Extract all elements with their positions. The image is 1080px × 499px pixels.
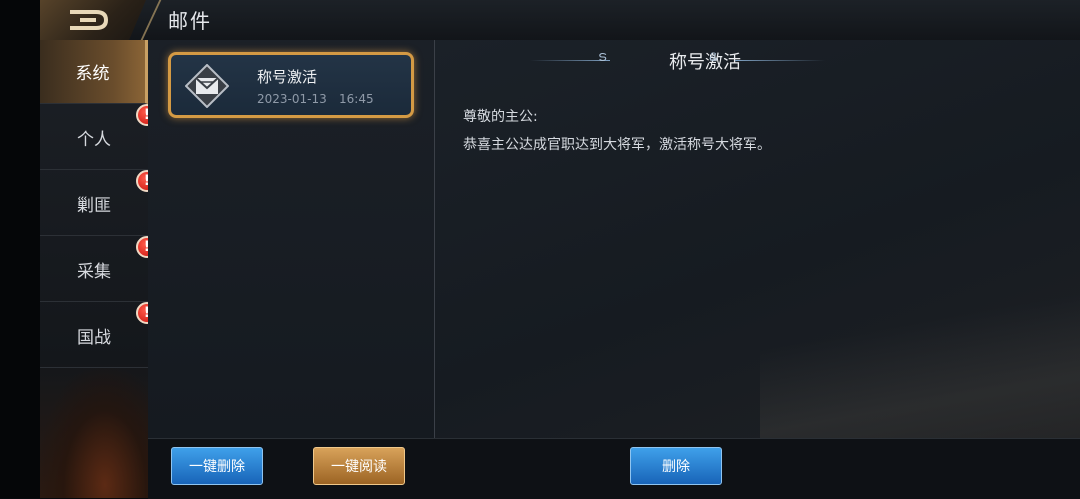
- sidebar: 系统 个人 ! 剿匪 ! 采集 ! 国战 !: [40, 40, 158, 498]
- sidebar-item-label: 采集: [77, 262, 111, 282]
- left-edge: [0, 0, 40, 498]
- sidebar-item-personal[interactable]: 个人 !: [40, 104, 158, 170]
- mail-item-title: 称号激活: [257, 68, 318, 86]
- sidebar-item-nationwar[interactable]: 国战 !: [40, 302, 158, 368]
- sidebar-item-label: 个人: [77, 130, 111, 150]
- sidebar-item-label: 剿匪: [77, 196, 111, 216]
- scroll-ornament-icon: ଌ: [709, 49, 718, 65]
- delete-all-button[interactable]: 一键删除: [171, 447, 263, 485]
- mail-list-item[interactable]: 称号激活 2023-01-13 16:45: [168, 52, 414, 118]
- mail-item-date: 2023-01-13: [257, 92, 327, 106]
- sidebar-item-system[interactable]: 系统: [40, 40, 148, 104]
- read-all-button[interactable]: 一键阅读: [313, 447, 405, 485]
- title-decoration-right: [735, 60, 825, 61]
- sidebar-decoration: [40, 368, 148, 498]
- page-title: 邮件: [168, 9, 212, 33]
- envelope-icon: [185, 64, 229, 108]
- sidebar-item-bandits[interactable]: 剿匪 !: [40, 170, 158, 236]
- action-bar: 一键删除 一键阅读 删除: [148, 438, 1080, 499]
- back-button[interactable]: [40, 0, 146, 40]
- mail-greeting: 尊敬的主公:: [463, 109, 538, 125]
- back-arrow-icon: [70, 10, 109, 30]
- sidebar-item-label: 系统: [75, 64, 110, 84]
- mail-item-time: 16:45: [339, 92, 374, 106]
- delete-button[interactable]: 删除: [630, 447, 722, 485]
- sidebar-item-label: 国战: [77, 328, 111, 348]
- sidebar-item-gather[interactable]: 采集 !: [40, 236, 158, 302]
- mail-detail-panel: ട 称号激活 ଌ 尊敬的主公: 恭喜主公达成官职达到大将军，激活称号大将军。: [435, 40, 1080, 438]
- mail-detail-title: 称号激活: [669, 52, 741, 73]
- mail-list-panel: 称号激活 2023-01-13 16:45: [148, 40, 435, 438]
- background-art: [760, 288, 1080, 438]
- mail-body: 恭喜主公达成官职达到大将军，激活称号大将军。: [463, 137, 771, 153]
